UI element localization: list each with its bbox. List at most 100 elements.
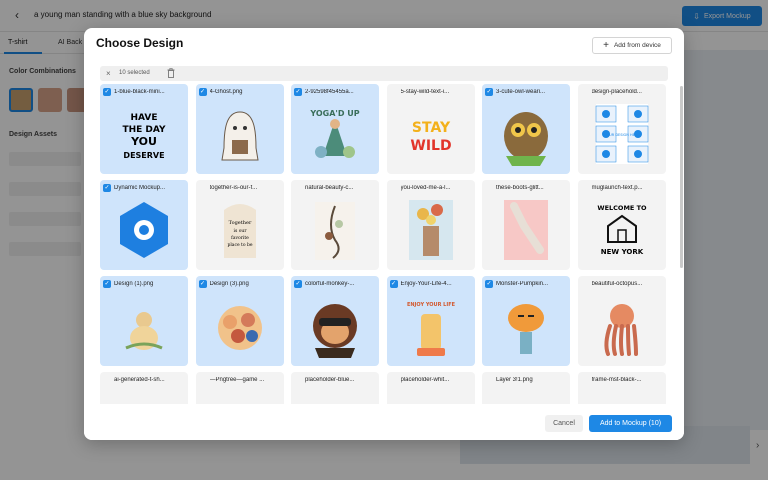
design-card-filename: Layer 3!1.png (496, 377, 533, 383)
design-card[interactable]: ✓ 2-92598f45455a... YOGA'D UP (291, 84, 379, 174)
design-card[interactable]: placeholder-whit... (386, 372, 475, 404)
design-card-header: ✓ Monster-Pumpkin... (485, 279, 567, 289)
design-card-filename: frame-mst-black-... (591, 377, 642, 383)
svg-text:YOGA'D UP: YOGA'D UP (309, 109, 359, 118)
selected-count: 10 selected (119, 70, 150, 76)
design-thumbnail (305, 292, 365, 360)
checkbox-checked-icon[interactable]: ✓ (294, 280, 302, 288)
design-card[interactable]: ✓ Design (1).png (100, 276, 188, 366)
design-card[interactable]: together-is-our-f... Together is our favori… (195, 180, 284, 270)
svg-text:YOU: YOU (130, 135, 157, 148)
svg-text:ENJOY YOUR LIFE: ENJOY YOUR LIFE (406, 302, 455, 308)
design-thumbnail (496, 100, 556, 168)
design-thumbnail: YOGA'D UP (305, 100, 365, 168)
design-card-header: ✓ Design (3).png (198, 279, 281, 289)
design-card[interactable]: these-boots-glitt... (482, 180, 570, 270)
design-card[interactable]: ai-generated-t-sh... (100, 372, 188, 404)
design-card[interactable]: natural-beauty-c... (291, 180, 379, 270)
add-to-mockup-button[interactable]: Add to Mockup (10) (589, 415, 672, 432)
design-card[interactable]: muglaunch-text.p... WELCOME TO NEW YORK (577, 180, 666, 270)
design-card[interactable]: ✓ Dynamic Mockup... (100, 180, 188, 270)
checkbox-checked-icon[interactable]: ✓ (198, 280, 207, 288)
checkbox-checked-icon[interactable]: ✓ (485, 280, 493, 288)
design-card[interactable]: frame-mst-black-... (577, 372, 666, 404)
design-card-filename: these-boots-glitt... (496, 185, 544, 191)
svg-text:Together: Together (228, 220, 251, 226)
design-thumbnail (496, 388, 556, 404)
svg-text:THE DAY: THE DAY (122, 125, 166, 135)
design-thumbnail: HAVE THE DAY YOU DESERVE (114, 100, 174, 168)
design-card-filename: Design (1).png (114, 281, 154, 287)
design-thumbnail (305, 388, 365, 404)
design-card-filename: natural-beauty-c... (305, 185, 354, 191)
design-card-filename: Monster-Pumpkin... (496, 281, 549, 287)
design-card[interactable]: placeholder-blue... (291, 372, 379, 404)
design-card[interactable]: Layer 3!1.png (482, 372, 570, 404)
design-card-header: frame-mst-black-... (592, 375, 663, 385)
design-card[interactable]: ✓ 3-cute-owl-weari... (482, 84, 570, 174)
cancel-button[interactable]: Cancel (545, 415, 583, 432)
design-card[interactable]: ✓ colorful-monkey-... (291, 276, 379, 366)
design-card-filename: placeholder-whit... (400, 377, 450, 383)
checkbox-checked-icon[interactable]: ✓ (103, 88, 111, 96)
design-card[interactable]: ✓ Enjoy-Your-Life-4... ENJOY YOUR LIFE (386, 276, 475, 366)
design-card-header: beautiful-octopus... (592, 279, 663, 289)
design-thumbnail (210, 292, 270, 360)
design-card-filename: 2-92598f45455a... (305, 89, 354, 95)
design-card-filename: muglaunch-text.p... (591, 185, 643, 191)
design-thumbnail (592, 292, 652, 360)
design-card[interactable]: ✓ Monster-Pumpkin... (482, 276, 570, 366)
checkbox-checked-icon[interactable]: ✓ (103, 184, 111, 192)
design-thumbnail (305, 196, 365, 264)
design-thumbnail (114, 196, 174, 264)
design-card-filename: Enjoy-Your-Life-4... (400, 281, 452, 287)
design-card-filename: Design (3).png (209, 281, 249, 287)
design-card[interactable]: you-loved-me-a-l... (386, 180, 475, 270)
design-thumbnail: YOUR DESIGN HERE (592, 100, 652, 168)
svg-text:HAVE: HAVE (131, 113, 158, 123)
design-thumbnail (114, 292, 174, 360)
design-card[interactable]: ✓ 4-Ghost.png (195, 84, 284, 174)
design-card-header: you-loved-me-a-l... (401, 183, 472, 193)
design-card-header: ✓ colorful-monkey-... (294, 279, 376, 289)
trash-icon[interactable] (167, 68, 175, 78)
design-card-filename: ai-generated-t-sh... (114, 377, 165, 383)
design-card-filename: together-is-our-f... (209, 185, 258, 191)
checkbox-checked-icon[interactable]: ✓ (103, 280, 111, 288)
add-from-device-label: Add from device (613, 42, 661, 49)
design-card-header: muglaunch-text.p... (592, 183, 663, 193)
svg-text:favorite: favorite (231, 235, 249, 241)
grid-scrollbar[interactable] (680, 86, 683, 268)
design-thumbnail (210, 100, 270, 168)
svg-text:NEW YORK: NEW YORK (600, 248, 643, 256)
design-thumbnail: WELCOME TO NEW YORK (592, 196, 652, 264)
checkbox-checked-icon[interactable]: ✓ (389, 280, 398, 288)
design-card-header: together-is-our-f... (210, 183, 281, 193)
add-from-device-button[interactable]: + Add from device (592, 37, 672, 54)
design-card-filename: 5-stay-wild-text-i... (400, 89, 450, 95)
design-card[interactable]: beautiful-octopus... (577, 276, 666, 366)
svg-text:YOUR DESIGN HERE: YOUR DESIGN HERE (604, 133, 639, 137)
design-card-filename: colorful-monkey-... (305, 281, 355, 287)
design-card-header: ✓ 1-blue-black-mini... (103, 87, 185, 97)
design-card-header: —Pngtree—game ... (210, 375, 281, 385)
design-card-header: ✓ 2-92598f45455a... (294, 87, 376, 97)
design-card[interactable]: —Pngtree—game ... GAME (195, 372, 284, 404)
design-card[interactable]: ✓ Design (3).png (195, 276, 284, 366)
design-card-header: 5-stay-wild-text-i... (401, 87, 472, 97)
selection-bar: × 10 selected (100, 66, 668, 81)
checkbox-checked-icon[interactable]: ✓ (198, 88, 207, 96)
design-card-filename: —Pngtree—game ... (209, 377, 265, 383)
design-card[interactable]: 5-stay-wild-text-i... STAY WILD (386, 84, 475, 174)
design-card[interactable]: ✓ 1-blue-black-mini... HAVE THE DAY YOU DESER… (100, 84, 188, 174)
modal-title: Choose Design (96, 36, 184, 50)
design-card-filename: 4-Ghost.png (209, 89, 243, 95)
design-thumbnail: GAME (210, 388, 270, 404)
svg-text:WILD: WILD (410, 138, 451, 154)
checkbox-checked-icon[interactable]: ✓ (485, 88, 493, 96)
design-card[interactable]: design-placehold... YOUR DESIGN HERE (577, 84, 666, 174)
checkbox-checked-icon[interactable]: ✓ (294, 88, 302, 96)
design-card-header: ✓ 3-cute-owl-weari... (485, 87, 567, 97)
design-card-header: ✓ 4-Ghost.png (198, 87, 281, 97)
clear-selection-icon[interactable]: × (106, 68, 111, 79)
